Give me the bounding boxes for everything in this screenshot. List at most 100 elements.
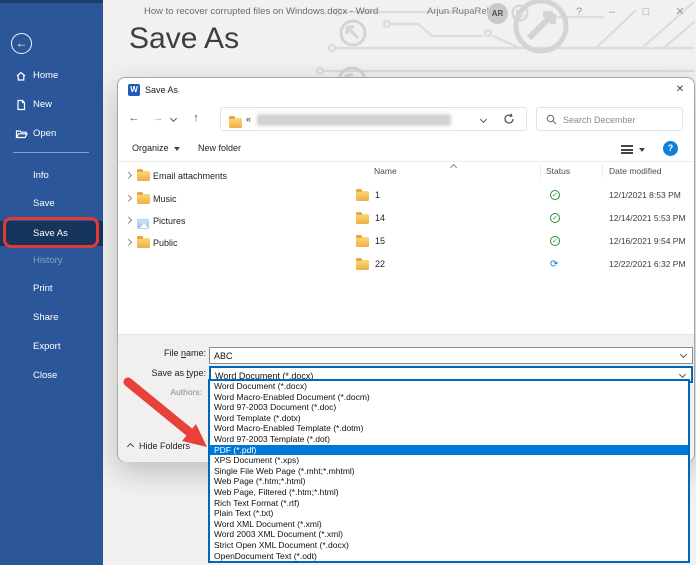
chevron-right-icon[interactable]: [125, 239, 131, 245]
sidebar-item-export[interactable]: Export: [0, 337, 103, 357]
sidebar-item-label: Open: [33, 128, 56, 139]
nav-back-button[interactable]: ←: [126, 110, 142, 126]
dialog-help-icon[interactable]: ?: [663, 141, 678, 156]
file-name: 14: [375, 207, 385, 230]
chevron-right-icon[interactable]: [125, 217, 131, 223]
chevron-down-icon[interactable]: [680, 351, 687, 358]
file-type-option[interactable]: Word 97-2003 Document (*.doc): [210, 402, 688, 413]
organize-label: Organize: [132, 143, 169, 153]
tree-item-label: Music: [153, 190, 227, 208]
file-type-option[interactable]: Word Document (*.docx): [210, 381, 688, 392]
open-folder-icon: [15, 128, 28, 140]
new-folder-button[interactable]: New folder: [198, 143, 241, 153]
file-type-option[interactable]: Word XML Document (*.xml): [210, 519, 688, 530]
file-type-option[interactable]: Rich Text Format (*.rtf): [210, 498, 688, 509]
address-path-prefix: «: [246, 114, 251, 124]
chevron-right-icon[interactable]: [125, 195, 131, 201]
tree-item-public[interactable]: Public: [118, 234, 232, 252]
close-button[interactable]: ✕: [672, 5, 688, 20]
file-type-option[interactable]: Web Page, Filtered (*.htm;*.html): [210, 487, 688, 498]
label-part: File: [164, 348, 181, 358]
file-type-option[interactable]: Word Macro-Enabled Template (*.dotm): [210, 423, 688, 434]
file-type-option[interactable]: PDF (*.pdf): [210, 445, 688, 456]
sidebar-item-open[interactable]: Open: [0, 124, 103, 144]
folder-icon: [356, 237, 369, 247]
refresh-icon[interactable]: [503, 113, 517, 127]
date-modified: 12/22/2021 6:32 PM: [609, 253, 686, 276]
sidebar-item-save[interactable]: Save: [0, 194, 103, 214]
sidebar-item-label: Export: [33, 341, 60, 352]
sidebar-item-share[interactable]: Share: [0, 308, 103, 328]
sync-status-icon: [550, 190, 560, 200]
backstage-sidebar: ← Home New Open Info Save Save As Histor…: [0, 0, 103, 565]
table-row[interactable]: 15 12/16/2021 9:54 PM File folder: [233, 230, 694, 253]
column-divider[interactable]: [540, 164, 541, 178]
tree-item-pictures[interactable]: Pictures: [118, 212, 232, 230]
file-type-option[interactable]: Plain Text (*.txt): [210, 508, 688, 519]
search-icon: [546, 114, 557, 125]
table-row[interactable]: 14 12/14/2021 5:53 PM File folder: [233, 207, 694, 230]
sidebar-item-label: History: [33, 255, 63, 266]
column-status[interactable]: Status: [546, 166, 570, 176]
sync-status-icon: [550, 236, 560, 246]
file-type-option[interactable]: Word 97-2003 Template (*.dot): [210, 434, 688, 445]
list-view-icon[interactable]: [621, 145, 633, 154]
file-type-option[interactable]: Word Template (*.dotx): [210, 413, 688, 424]
file-type-option[interactable]: Single File Web Page (*.mht;*.mhtml): [210, 466, 688, 477]
label-part: ype:: [189, 368, 206, 378]
table-row[interactable]: 22 12/22/2021 6:32 PM File folder: [233, 253, 694, 276]
folder-icon: [356, 260, 369, 270]
organize-button[interactable]: Organize: [132, 143, 180, 153]
tree-item-music[interactable]: Music: [118, 190, 232, 208]
sidebar-item-close[interactable]: Close: [0, 366, 103, 386]
chevron-right-icon[interactable]: [125, 172, 131, 178]
file-type-option[interactable]: Strict Open XML Document (*.docx): [210, 540, 688, 551]
dialog-toolbar: Organize New folder ?: [118, 136, 694, 162]
maximize-button[interactable]: □: [638, 5, 654, 20]
view-caret-down-icon[interactable]: [639, 148, 645, 152]
file-name-value: ABC: [214, 349, 233, 364]
hide-folders-button[interactable]: Hide Folders: [128, 441, 190, 451]
sidebar-item-info[interactable]: Info: [0, 166, 103, 186]
pictures-icon: [137, 219, 149, 229]
file-name: 15: [375, 230, 385, 253]
avatar[interactable]: AR: [487, 3, 508, 24]
file-type-option[interactable]: Word Macro-Enabled Document (*.docm): [210, 392, 688, 403]
chevron-down-icon[interactable]: [679, 371, 686, 378]
dialog-close-button[interactable]: ✕: [670, 82, 690, 98]
address-chevron-down-icon[interactable]: [480, 116, 487, 123]
file-type-option[interactable]: Web Page (*.htm;*.html): [210, 476, 688, 487]
sidebar-item-label: Save: [33, 198, 55, 209]
file-type-option[interactable]: Word 2003 XML Document (*.xml): [210, 529, 688, 540]
nav-history-chevron-icon[interactable]: [170, 115, 177, 122]
sidebar-item-label: Print: [33, 283, 53, 294]
nav-forward-button[interactable]: →: [150, 110, 166, 126]
sidebar-item-home[interactable]: Home: [0, 66, 103, 86]
new-document-icon: [15, 99, 27, 111]
authors-label: Authors:: [118, 387, 202, 397]
tree-item-email-attachments[interactable]: Email attachments: [118, 167, 232, 185]
tree-item-label: Email attachments: [153, 167, 227, 185]
column-name[interactable]: Name: [374, 166, 397, 176]
file-type-option[interactable]: OpenDocument Text (*.odt): [210, 551, 688, 562]
document-title: How to recover corrupted files on Window…: [144, 6, 378, 17]
file-name-label: File name:: [118, 348, 206, 358]
column-divider[interactable]: [602, 164, 603, 178]
folder-icon: [229, 118, 242, 128]
table-row[interactable]: 1 12/1/2021 8:53 PM File folder: [233, 184, 694, 207]
nav-up-button[interactable]: ↑: [188, 110, 204, 126]
sidebar-item-print[interactable]: Print: [0, 279, 103, 299]
annotation-red-box: [3, 217, 99, 248]
help-icon[interactable]: ?: [571, 5, 587, 20]
dialog-titlebar: W Save As ✕: [118, 78, 694, 102]
back-button[interactable]: ←: [11, 33, 32, 54]
file-type-option[interactable]: XPS Document (*.xps): [210, 455, 688, 466]
sidebar-item-history: History: [0, 251, 103, 271]
column-date-modified[interactable]: Date modified: [609, 166, 661, 176]
minimize-button[interactable]: –: [604, 5, 620, 20]
address-bar[interactable]: «: [220, 107, 527, 131]
sidebar-item-new[interactable]: New: [0, 95, 103, 115]
file-name-input[interactable]: ABC: [209, 347, 693, 364]
sidebar-item-label: Share: [33, 312, 58, 323]
search-input[interactable]: [561, 112, 676, 127]
